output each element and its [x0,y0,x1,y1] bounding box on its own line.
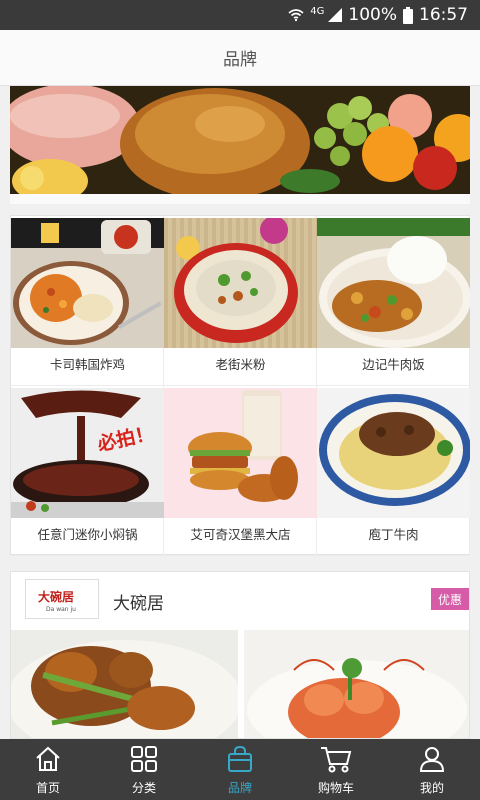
brand-name: 老街米粉 [215,357,266,372]
tab-label: 分类 [131,781,156,795]
brand-card[interactable]: 卡司韩国炸鸡 [11,216,164,386]
brand-image [11,218,164,348]
tab-label: 首页 [35,781,60,795]
tab-label: 品牌 [227,781,252,795]
clock: 16:57 [419,5,468,25]
tab-mine[interactable]: 我的 [384,739,480,800]
page-title: 品牌 [223,50,257,70]
store-photo[interactable] [11,630,238,738]
store-logo-subtext: Da wan ju [46,606,76,613]
brand-grid: 卡司韩国炸鸡 老街米粉 边记牛肉饭 必拍！ 任意门迷你小焖锅 艾可奇汉堡黑大店 … [10,215,470,556]
home-icon [36,746,60,771]
brand-name: 任意门迷你小焖锅 [37,527,138,542]
wifi-icon [288,9,304,22]
tab-label: 我的 [419,781,444,795]
shopping-bag-icon [228,745,252,772]
banner-image[interactable] [10,86,470,204]
tab-brand[interactable]: 品牌 [192,739,288,800]
tab-label: 购物车 [317,781,354,795]
brand-card[interactable]: 庖丁牛肉 [317,386,470,556]
battery-icon [403,6,413,24]
brand-name: 庖丁牛肉 [368,527,419,542]
brand-card[interactable]: 必拍！ 任意门迷你小焖锅 [11,386,164,556]
network-type: 4G [310,5,325,17]
brand-name: 艾可奇汉堡黑大店 [190,527,291,542]
banner-food-illustration [10,86,470,204]
store-photo[interactable] [244,630,469,738]
cart-icon [321,747,352,773]
signal-icon [328,8,343,22]
store-logo: 大碗居 Da wan ju [25,579,99,619]
brand-image [164,218,317,348]
brand-name: 边记牛肉饭 [362,357,425,372]
brand-image [11,388,164,518]
brand-name: 卡司韩国炸鸡 [49,357,125,372]
tab-cart[interactable]: 购物车 [288,739,384,800]
battery-percent: 100% [348,5,397,25]
brand-card[interactable]: 老街米粉 [164,216,317,386]
promo-badge: 优惠 [431,588,469,610]
status-bar: 4G 100% 16:57 [0,0,480,30]
brand-image [164,388,317,518]
brand-image [317,388,470,518]
store-card[interactable]: 大碗居 Da wan ju 大碗居 优惠 [10,571,470,739]
page-header: 品牌 [0,30,480,86]
store-name: 大碗居 [113,594,164,614]
bottom-tab-bar: 首页 分类 品牌 购物车 我的 [0,739,480,800]
brand-image [317,218,470,348]
tab-home[interactable]: 首页 [0,739,96,800]
grid-icon [131,746,157,772]
store-logo-text: 大碗居 [38,590,75,604]
tab-category[interactable]: 分类 [96,739,192,800]
user-icon [419,747,445,772]
brand-card[interactable]: 艾可奇汉堡黑大店 [164,386,317,556]
brand-card[interactable]: 边记牛肉饭 [317,216,470,386]
